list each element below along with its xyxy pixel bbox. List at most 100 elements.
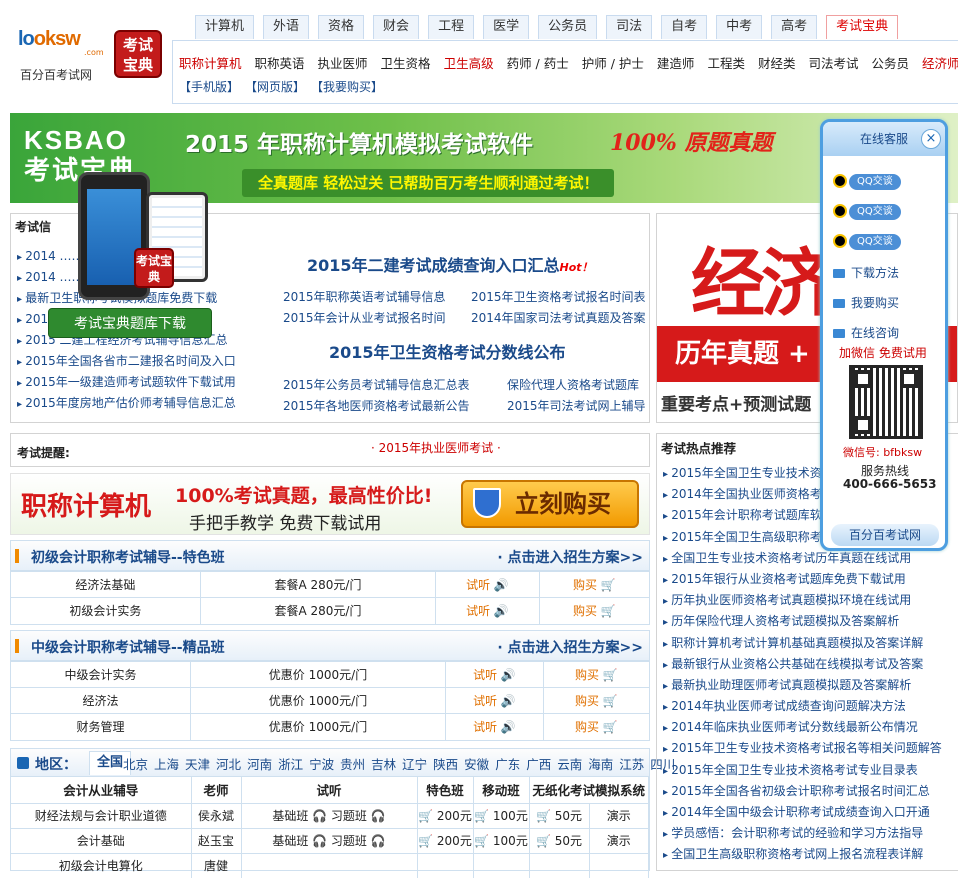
sub-link[interactable]: 【手机版】 [179,80,239,94]
city-tab[interactable]: 广东 [495,757,520,772]
sub-link[interactable]: 护师 / 护士 [582,56,644,71]
sub-link[interactable]: 职称英语 [255,56,305,71]
region-cell[interactable]: 基础班 🎧 习题班 🎧 [241,802,418,828]
city-tab[interactable]: 广西 [526,757,551,772]
kaoshibaodian-badge[interactable]: 考试宝典 [114,30,162,78]
hot-item[interactable]: 最新执业助理医师考试真题模拟题及答案解析 [663,675,942,696]
buy-button[interactable]: 购买 🛒 [543,661,649,688]
buy-link[interactable]: 我要购买 [833,294,899,311]
city-tab[interactable]: 陕西 [433,757,458,772]
sub-link[interactable]: 职称计算机 [179,56,242,71]
region-cell[interactable] [589,852,649,878]
region-cell[interactable] [529,852,590,878]
computer-exam-ad[interactable]: 职称计算机 100%考试真题，最高性价比! 手把手教学 免费下载试用 立刻购买 [10,473,650,535]
top-tab[interactable]: 自考 [661,15,708,39]
close-icon[interactable]: × [921,129,941,149]
top-tab[interactable]: 公务员 [538,15,598,39]
top-tab[interactable]: 财会 [373,15,420,39]
region-cell[interactable] [417,852,474,878]
city-tab[interactable]: 海南 [588,757,613,772]
news-mid-7[interactable]: 2015年司法考试网上辅导 [507,397,646,414]
hot-item[interactable]: 2014年执业医师考试成绩查询问题解决方法 [663,696,942,717]
region-cell[interactable]: 🛒 100元 [473,827,530,853]
news-mid-2[interactable]: 2015年会计从业考试报名时间 [283,309,446,326]
city-tab[interactable]: 浙江 [278,757,303,772]
city-tab[interactable]: 北京 [123,757,148,772]
sub-link[interactable]: 【网页版】 [251,80,305,94]
region-cell[interactable]: 🛒 200元 [417,827,474,853]
top-tab[interactable]: 资格 [318,15,365,39]
listen-button[interactable]: 试听 🔊 [445,713,544,740]
hot-item[interactable]: 2015年全国卫生专业技术资格考试专业目录表 [663,760,942,781]
region-cell[interactable]: 🛒 200元 [417,802,474,828]
city-tab[interactable]: 安徽 [464,757,489,772]
sub-link[interactable]: 药师 / 药士 [507,56,569,71]
top-tab[interactable]: 高考 [771,15,818,39]
news-mid-3[interactable]: 2014年国家司法考试真题及答案 [471,309,646,326]
sub-link[interactable]: 公务员 [871,56,909,71]
news-mid-4[interactable]: 2015年公务员考试辅导信息汇总表 [283,376,470,393]
region-cell[interactable]: 🛒 50元 [529,802,590,828]
news-item[interactable]: 2015年度房地产估价师考辅导信息汇总 [17,393,236,414]
hot-item[interactable]: 2015年银行从业资格考试题库免费下载试用 [663,569,942,590]
city-tab[interactable]: 辽宁 [402,757,427,772]
buy-button[interactable]: 购买 🛒 [539,597,649,624]
region-cell[interactable]: 🛒 50元 [529,827,590,853]
hot-item[interactable]: 2014年临床执业医师考试分数线最新公布情况 [663,717,942,738]
region-cell[interactable]: 基础班 🎧 习题班 🎧 [241,827,418,853]
hot-item[interactable]: 历年保险代理人资格考试题模拟及答案解析 [663,611,942,632]
city-tab[interactable]: 河北 [216,757,241,772]
city-tab[interactable]: 河南 [247,757,272,772]
hot-item[interactable]: 学员感悟：会计职称考试的经验和学习方法指导 [663,823,942,844]
region-cell[interactable]: 🛒 100元 [473,802,530,828]
download-button[interactable]: 考试宝典题库下载 [48,308,212,338]
sub-link[interactable]: 财经类 [758,56,796,71]
hot-item[interactable]: 2015年全国各省初级会计职称考试报名时间汇总 [663,781,942,802]
sub-link[interactable]: 执业医师 [318,56,368,71]
hot-item[interactable]: 最新银行从业资格公共基础在线模拟考试及答案 [663,654,942,675]
news-mid-6[interactable]: 2015年各地医师资格考试最新公告 [283,397,470,414]
city-tab[interactable]: 云南 [557,757,582,772]
top-tab[interactable]: 计算机 [195,15,255,39]
city-tab[interactable]: 江苏 [619,757,644,772]
city-tab[interactable]: 天津 [185,757,210,772]
enroll-link[interactable]: · 点击进入招生方案>> [497,637,643,657]
region-cell[interactable]: 演示 [589,802,649,828]
news-mid-0[interactable]: 2015年职称英语考试辅导信息 [283,288,446,305]
news-item[interactable]: 2015年全国各省市二建报名时间及入口 [17,351,236,372]
city-tab[interactable]: 宁波 [309,757,334,772]
sub-link[interactable]: 【我要购买】 [317,80,383,94]
buy-button[interactable]: 购买 🛒 [543,687,649,714]
top-tab[interactable]: 医学 [483,15,530,39]
qq-chat-button[interactable]: QQ交谈 [833,174,903,192]
hot-item[interactable]: 全国卫生高级职称资格考试网上报名流程表详解 [663,844,942,865]
listen-button[interactable]: 试听 🔊 [435,597,540,624]
headline-2[interactable]: 2015年卫生资格考试分数线公布 [329,339,566,363]
listen-button[interactable]: 试听 🔊 [445,687,544,714]
hot-item[interactable]: 2014年全国中级会计职称考试成绩查询入口开通 [663,802,942,823]
service-footer[interactable]: 百分百考试网 [831,524,939,546]
city-tab[interactable]: 吉林 [371,757,396,772]
top-tab[interactable]: 中考 [716,15,763,39]
news-mid-5[interactable]: 保险代理人资格考试题库 [507,376,639,393]
news-mid-1[interactable]: 2015年卫生资格考试报名时间表 [471,288,646,305]
reminder-text[interactable]: · 2015年执业医师考试 · [371,439,501,456]
top-banner[interactable]: KSBAO 考试宝典 2015 年职称计算机模拟考试软件 100% 原题真题 全真… [10,113,958,203]
sub-link[interactable]: 建造师 [657,56,695,71]
sub-link[interactable]: 经济师 [922,56,958,71]
top-tab[interactable]: 司法 [606,15,653,39]
consult-link[interactable]: 在线咨询 [833,324,899,341]
top-tab[interactable]: 工程 [428,15,475,39]
enroll-link[interactable]: · 点击进入招生方案>> [497,547,643,567]
sub-link[interactable]: 卫生高级 [444,56,494,71]
headline-1[interactable]: 2015年二建考试成绩查询入口汇总Hot！ [307,252,593,276]
region-cell[interactable]: 演示 [589,827,649,853]
hot-item[interactable]: 2015年卫生专业技术资格考试报名等相关问题解答 [663,738,942,759]
city-tab[interactable]: 上海 [154,757,179,772]
buy-button[interactable]: 购买 🛒 [539,571,649,598]
qq-chat-button[interactable]: QQ交谈 [833,234,903,252]
city-tab[interactable]: 贵州 [340,757,365,772]
buy-button[interactable]: 购买 🛒 [543,713,649,740]
top-tab[interactable]: 外语 [263,15,310,39]
listen-button[interactable]: 试听 🔊 [435,571,540,598]
